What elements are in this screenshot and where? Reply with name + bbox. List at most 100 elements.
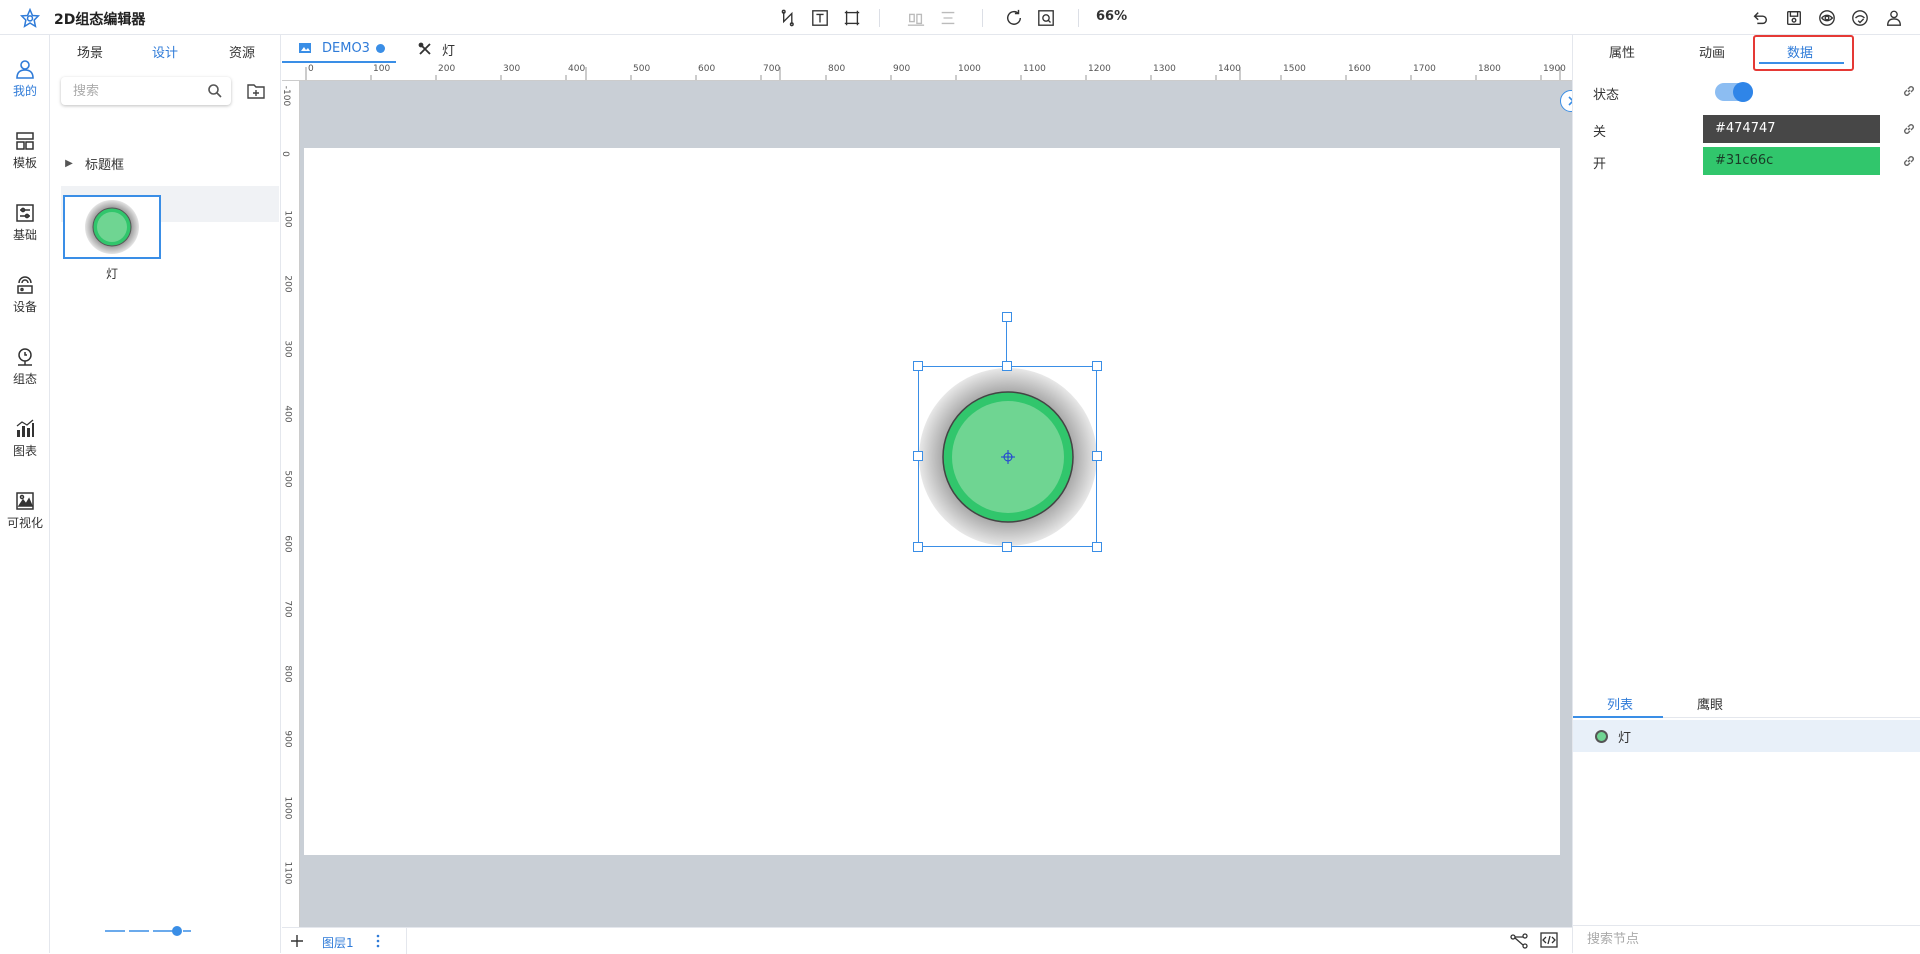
- tab-animation[interactable]: 动画: [1699, 42, 1725, 61]
- ruler-label: 1200: [1088, 64, 1111, 74]
- tab-list[interactable]: 列表: [1607, 694, 1633, 713]
- link-icon[interactable]: [1901, 121, 1917, 137]
- nav-item-label: 可视化: [6, 516, 43, 530]
- rect-tool-icon[interactable]: [842, 8, 862, 28]
- logo-icon: [20, 8, 40, 28]
- undo-icon[interactable]: [1750, 8, 1770, 28]
- component-lamp-label: 灯: [105, 267, 118, 281]
- tab-demo3[interactable]: DEMO3: [282, 35, 396, 63]
- node-panel-tabs: 列表 鹰眼: [1573, 688, 1920, 718]
- rotate-handle[interactable]: [1002, 312, 1012, 322]
- state-label: 状态: [1593, 88, 1620, 103]
- ruler-label: 800: [282, 665, 293, 683]
- layer-tab[interactable]: 图层1: [322, 934, 354, 951]
- more-vertical-icon[interactable]: [376, 934, 380, 948]
- left-panel: 场景 设计 资源 ▶ 标题框 ▼ 组件 灯: [51, 35, 281, 953]
- tab-lamp[interactable]: 灯: [418, 35, 478, 63]
- ruler-label: 200: [438, 64, 456, 74]
- device-icon: [17, 276, 33, 294]
- node-list-item[interactable]: 灯: [1573, 720, 1920, 752]
- resize-handle-n[interactable]: [1002, 361, 1012, 371]
- resize-handle-s[interactable]: [1002, 542, 1012, 552]
- tab-eagle-eye[interactable]: 鹰眼: [1697, 694, 1723, 713]
- highlight-box: [1753, 35, 1854, 71]
- resize-handle-ne[interactable]: [1092, 361, 1102, 371]
- ruler-label: 200: [282, 275, 293, 293]
- link-icon[interactable]: [1901, 153, 1917, 169]
- nav-item-config[interactable]: 组态: [0, 338, 50, 396]
- link-icon[interactable]: [1901, 83, 1917, 99]
- tools-icon: [418, 42, 431, 55]
- node-search-input[interactable]: [1573, 926, 1873, 952]
- align-center-icon[interactable]: [938, 8, 958, 28]
- config-icon: [18, 348, 32, 366]
- document-tabs: DEMO3 灯: [282, 35, 1572, 63]
- tab-properties[interactable]: 属性: [1609, 42, 1635, 61]
- nav-item-basic[interactable]: 基础: [0, 194, 50, 252]
- off-label: 关: [1593, 125, 1607, 140]
- ruler-label: 300: [503, 64, 521, 74]
- ruler-label: 300: [282, 340, 293, 358]
- ruler-label: 0: [308, 64, 314, 74]
- component-search: [61, 77, 231, 105]
- resize-handle-se[interactable]: [1092, 542, 1102, 552]
- connector-tool-icon[interactable]: [780, 8, 800, 28]
- ruler-label: 600: [282, 535, 293, 553]
- nav-item-label: 模板: [12, 156, 37, 170]
- ruler-label: 1900: [1543, 64, 1566, 74]
- basic-icon: [16, 204, 34, 222]
- off-color-field[interactable]: #474747: [1703, 115, 1880, 143]
- nav-item-visual[interactable]: 可视化: [0, 482, 50, 540]
- tree-item-title-box[interactable]: ▶ 标题框: [61, 145, 279, 181]
- ruler-label: 0: [282, 151, 290, 157]
- ruler-label: 400: [282, 405, 293, 423]
- tab-design[interactable]: 设计: [152, 42, 178, 61]
- nav-item-device[interactable]: 设备: [0, 266, 50, 324]
- resize-handle-sw[interactable]: [913, 542, 923, 552]
- off-color-value: #474747: [1715, 121, 1776, 136]
- nav-item-chart[interactable]: 图表: [0, 410, 50, 468]
- ruler-label: 500: [633, 64, 651, 74]
- save-icon[interactable]: [1784, 8, 1804, 28]
- node-graph-icon[interactable]: [1510, 933, 1528, 949]
- right-panel: 属性 动画 数据 状态 关 #474747 开 #31c66c 列表 鹰眼 灯: [1572, 35, 1920, 953]
- search-icon[interactable]: [207, 83, 223, 99]
- ruler-ticks: [305, 67, 1561, 80]
- tab-scene[interactable]: 场景: [77, 42, 103, 61]
- resize-handle-e[interactable]: [1092, 451, 1102, 461]
- ruler-label: -100: [282, 85, 292, 107]
- component-lamp-card[interactable]: [63, 195, 161, 259]
- on-label: 开: [1593, 157, 1607, 172]
- nav-item-mine[interactable]: 我的: [0, 50, 50, 108]
- preview-icon[interactable]: [1817, 8, 1837, 28]
- on-color-field[interactable]: #31c66c: [1703, 147, 1880, 175]
- tree-item-label: 标题框: [85, 157, 125, 173]
- account-icon[interactable]: [1884, 8, 1904, 28]
- add-folder-icon[interactable]: [246, 81, 266, 101]
- resize-handle-nw[interactable]: [913, 361, 923, 371]
- zoom-level[interactable]: 66%: [1096, 9, 1127, 24]
- search-input[interactable]: [61, 77, 191, 105]
- ruler-label: 1300: [1153, 64, 1176, 74]
- add-layer-icon[interactable]: [290, 934, 304, 948]
- app-title: 2D组态编辑器: [54, 12, 146, 28]
- ruler-label: 100: [282, 210, 293, 228]
- ruler-label: 400: [568, 64, 586, 74]
- nav-item-label: 设备: [12, 300, 37, 314]
- nav-item-template[interactable]: 模板: [0, 122, 50, 180]
- align-top-icon[interactable]: [906, 8, 926, 28]
- refresh-icon[interactable]: [1004, 8, 1024, 28]
- fit-view-icon[interactable]: [1036, 8, 1056, 28]
- lamp-node-icon: [1595, 729, 1608, 743]
- resize-handle-w[interactable]: [913, 451, 923, 461]
- text-tool-icon[interactable]: [810, 8, 830, 28]
- tab-resources[interactable]: 资源: [229, 42, 255, 61]
- code-view-icon[interactable]: [1540, 932, 1558, 948]
- state-toggle[interactable]: [1715, 82, 1753, 102]
- template-icon: [16, 132, 34, 150]
- zoom-slider[interactable]: [105, 925, 191, 937]
- ruler-label: 100: [373, 64, 391, 74]
- publish-icon[interactable]: [1850, 8, 1870, 28]
- caret-right-icon: ▶: [65, 157, 73, 169]
- ruler-label: 600: [698, 64, 716, 74]
